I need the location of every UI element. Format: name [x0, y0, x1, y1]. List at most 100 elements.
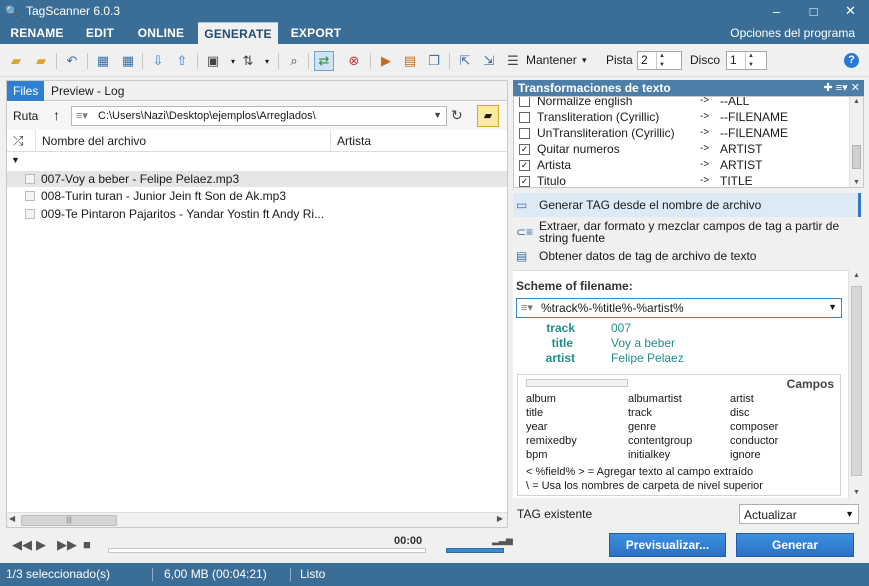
- close-icon[interactable]: ✕: [851, 82, 860, 94]
- play-icon[interactable]: ▶: [36, 537, 46, 553]
- move-up-icon[interactable]: ⇧: [172, 51, 192, 71]
- spinner-arrows[interactable]: ▲ ▼: [656, 52, 667, 69]
- vertical-scrollbar[interactable]: ▲ ▼: [849, 97, 863, 187]
- mode-generate-from-filename[interactable]: ▭ Generar TAG desde el nombre de archivo: [513, 193, 861, 217]
- chevron-down-icon[interactable]: ▾: [582, 55, 587, 66]
- scroll-down-icon[interactable]: ▼: [853, 489, 860, 496]
- arrow-up-icon[interactable]: ▲: [657, 52, 667, 61]
- seek-bar[interactable]: [108, 548, 426, 553]
- program-options-link[interactable]: Opciones del programa: [730, 22, 855, 44]
- group-collapse-icon[interactable]: ▼: [11, 155, 20, 165]
- arrow-down-icon[interactable]: ▼: [657, 61, 667, 70]
- minimize-button[interactable]: –: [758, 0, 795, 22]
- path-value[interactable]: C:\Users\Nazi\Desktop\ejemplos\Arreglado…: [98, 110, 316, 122]
- scroll-down-icon[interactable]: ▼: [853, 179, 860, 186]
- add-folder-icon[interactable]: ▰: [31, 51, 51, 71]
- grid-select-icon[interactable]: ▦: [118, 51, 138, 71]
- field-item[interactable]: ignore: [730, 449, 761, 461]
- file-name[interactable]: 007-Voy a beber - Felipe Pelaez.mp3: [41, 171, 239, 187]
- checkbox-checked[interactable]: ✓: [519, 160, 530, 171]
- existing-tag-value[interactable]: Actualizar: [744, 508, 797, 522]
- help-icon[interactable]: ?: [844, 53, 859, 68]
- field-item[interactable]: initialkey: [628, 449, 670, 461]
- tab-online[interactable]: ONLINE: [131, 22, 191, 44]
- field-item[interactable]: track: [628, 407, 652, 419]
- scroll-left-icon[interactable]: ◀: [9, 514, 15, 523]
- checkbox-checked[interactable]: ✓: [519, 176, 530, 187]
- export-icon[interactable]: ⇲: [479, 51, 499, 71]
- preview-button[interactable]: Previsualizar...: [609, 533, 726, 557]
- fast-forward-icon[interactable]: ▶▶: [57, 537, 77, 553]
- move-down-icon[interactable]: ⇩: [148, 51, 168, 71]
- open-folder-icon[interactable]: ▰: [6, 51, 26, 71]
- field-item[interactable]: remixedby: [526, 435, 577, 447]
- scroll-up-icon[interactable]: ▲: [853, 98, 860, 105]
- tab-generate[interactable]: GENERATE: [198, 22, 278, 44]
- mode-extract-format[interactable]: ⊂≡ Extraer, dar formato y mezclar campos…: [513, 218, 861, 246]
- pista-value[interactable]: 2: [638, 52, 656, 69]
- chevron-down-icon[interactable]: ▼: [845, 509, 854, 519]
- copy-document-icon[interactable]: ❐: [424, 51, 444, 71]
- history-icon[interactable]: ≡▾: [76, 109, 88, 122]
- document-play-icon[interactable]: ▶: [376, 51, 396, 71]
- scheme-input[interactable]: ≡▾ %track%-%title%-%artist% ▼: [516, 298, 842, 318]
- maximize-button[interactable]: □: [795, 0, 832, 22]
- file-row[interactable]: 007-Voy a beber - Felipe Pelaez.mp3: [7, 171, 507, 187]
- keep-list-icon[interactable]: ☰: [503, 51, 523, 71]
- column-artist[interactable]: Artista: [337, 134, 371, 148]
- browse-folder-icon[interactable]: ▰: [477, 105, 499, 127]
- pista-stepper[interactable]: 2 ▲ ▼: [637, 51, 682, 70]
- refresh-icon[interactable]: ↻: [451, 107, 463, 124]
- remove-tag-icon[interactable]: ⊗: [344, 51, 364, 71]
- field-item[interactable]: composer: [730, 421, 778, 433]
- file-name[interactable]: 009-Te Pintaron Pajaritos - Yandar Yosti…: [41, 206, 324, 222]
- volume-slider[interactable]: [446, 548, 504, 553]
- stop-icon[interactable]: ■: [83, 537, 91, 552]
- tab-preview-log[interactable]: Preview - Log: [45, 81, 130, 101]
- field-item[interactable]: artist: [730, 393, 754, 405]
- field-item[interactable]: contentgroup: [628, 435, 692, 447]
- spinner-arrows[interactable]: ▲ ▼: [745, 52, 756, 69]
- list-item[interactable]: ✓ Artista -> ARTIST: [514, 157, 848, 173]
- list-item[interactable]: ✓ Titulo -> TITLE: [514, 173, 848, 187]
- file-row[interactable]: 009-Te Pintaron Pajaritos - Yandar Yosti…: [7, 206, 507, 222]
- scroll-thumb[interactable]: [851, 286, 862, 476]
- existing-tag-select[interactable]: Actualizar ▼: [739, 504, 859, 524]
- list-item[interactable]: ✓ Quitar numeros -> ARTIST: [514, 141, 848, 157]
- scroll-thumb[interactable]: [852, 145, 861, 169]
- checkbox[interactable]: [519, 128, 530, 139]
- list-item[interactable]: UnTransliteration (Cyrillic) -> --FILENA…: [514, 125, 848, 141]
- mode-from-text-file[interactable]: ▤ Obtener datos de tag de archivo de tex…: [513, 244, 861, 268]
- file-name[interactable]: 008-Turin turan - Junior Jein ft Son de …: [41, 188, 286, 204]
- field-item[interactable]: conductor: [730, 435, 778, 447]
- select-frame-icon[interactable]: ▣: [203, 51, 223, 71]
- tab-edit[interactable]: EDIT: [78, 22, 122, 44]
- path-input[interactable]: ≡▾ C:\Users\Nazi\Desktop\ejemplos\Arregl…: [71, 106, 447, 126]
- rewind-icon[interactable]: ◀◀: [12, 537, 32, 553]
- column-filename[interactable]: Nombre del archivo: [35, 130, 331, 152]
- list-options-icon[interactable]: ≡▾: [836, 82, 848, 94]
- chevron-down-icon[interactable]: ▾: [257, 51, 277, 71]
- generate-button[interactable]: Generar: [736, 533, 854, 557]
- file-row[interactable]: 008-Turin turan - Junior Jein ft Son de …: [7, 188, 507, 204]
- horizontal-scrollbar[interactable]: ◀ ||| ▶: [7, 512, 507, 527]
- shuffle-icon[interactable]: ⤮: [13, 133, 23, 149]
- import-icon[interactable]: ⇱: [455, 51, 475, 71]
- field-item[interactable]: genre: [628, 421, 656, 433]
- generate-tag-icon[interactable]: ⇄: [314, 51, 334, 71]
- list-item[interactable]: Normalize english -> --ALL: [514, 97, 848, 109]
- checkbox-checked[interactable]: ✓: [519, 144, 530, 155]
- scroll-right-icon[interactable]: ▶: [497, 514, 503, 523]
- disco-stepper[interactable]: 1 ▲ ▼: [726, 51, 767, 70]
- scroll-thumb[interactable]: |||: [21, 515, 117, 526]
- chevron-down-icon[interactable]: ▼: [828, 302, 837, 312]
- field-item[interactable]: year: [526, 421, 547, 433]
- history-icon[interactable]: ≡▾: [521, 301, 533, 314]
- search-icon[interactable]: ⌕: [284, 51, 304, 71]
- scheme-value[interactable]: %track%-%title%-%artist%: [541, 301, 684, 315]
- field-item[interactable]: disc: [730, 407, 750, 419]
- tab-files[interactable]: Files: [7, 81, 45, 101]
- add-icon[interactable]: ✚: [823, 82, 832, 94]
- arrow-up-icon[interactable]: ▲: [746, 52, 756, 61]
- field-item[interactable]: album: [526, 393, 556, 405]
